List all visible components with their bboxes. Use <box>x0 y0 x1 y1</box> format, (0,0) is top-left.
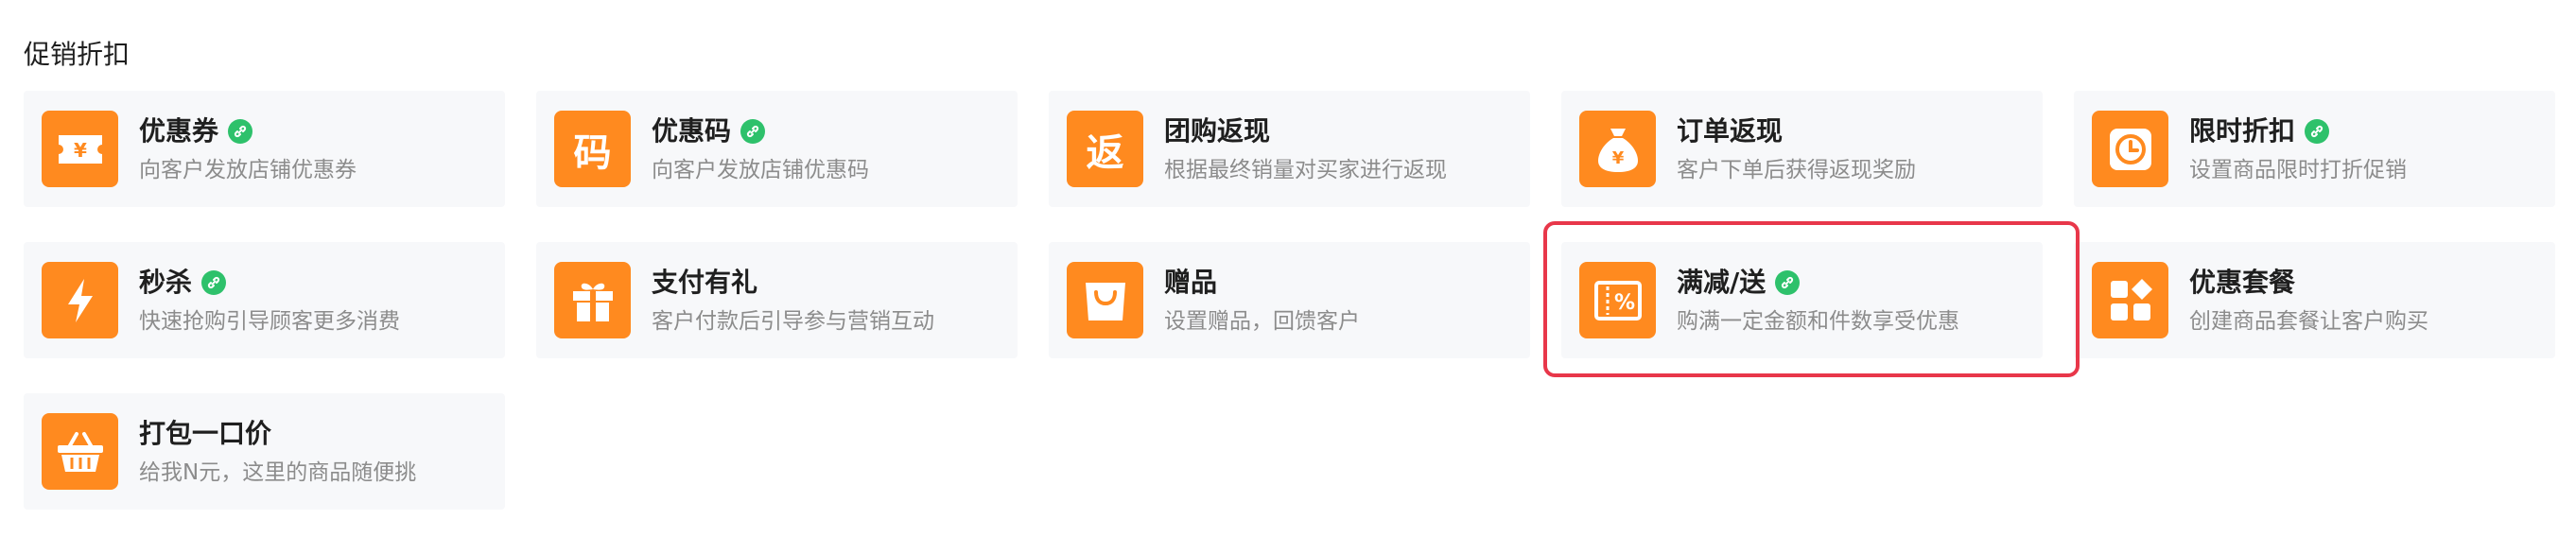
section-title: 促销折扣 <box>24 39 131 70</box>
bundle-icon <box>2092 262 2168 338</box>
promo-title: 订单返现 <box>1677 114 1784 147</box>
promo-desc: 设置商品限时打折促销 <box>2189 157 2407 182</box>
promo-desc: 向客户发放店铺优惠券 <box>139 157 357 182</box>
promo-card-coupon[interactable]: ¥ 优惠券 向客户发放店铺优惠券 <box>24 91 505 207</box>
promo-card-package-price[interactable]: 打包一口价 给我N元，这里的商品随便挑 <box>24 393 505 510</box>
promo-desc: 购满一定金额和件数享受优惠 <box>1677 308 1959 334</box>
promo-desc: 设置赠品，回馈客户 <box>1164 308 1360 334</box>
coupon-icon: ¥ <box>42 111 118 187</box>
promo-title: 优惠套餐 <box>2189 266 2296 298</box>
promo-card-group-cashback[interactable]: 返 团购返现 根据最终销量对买家进行返现 <box>1049 91 1530 207</box>
promotion-grid: ¥ 优惠券 向客户发放店铺优惠券 码 优惠码 向客户发放店铺优惠码 返 团购返现… <box>24 91 2555 510</box>
gift-icon <box>554 262 631 338</box>
promo-desc: 客户付款后引导参与营销互动 <box>652 308 934 334</box>
percent-voucher-icon: % <box>1579 262 1656 338</box>
clock-icon <box>2092 111 2168 187</box>
promo-title: 支付有礼 <box>652 266 758 298</box>
link-icon <box>740 118 766 144</box>
promo-desc: 快速抢购引导顾客更多消费 <box>139 308 400 334</box>
promo-title: 打包一口价 <box>139 417 272 449</box>
code-icon: 码 <box>554 111 631 187</box>
promo-title: 限时折扣 <box>2189 114 2296 147</box>
promo-card-giveaway[interactable]: 赠品 设置赠品，回馈客户 <box>1049 242 1530 358</box>
link-icon <box>201 269 227 295</box>
promo-desc: 客户下单后获得返现奖励 <box>1677 157 1916 182</box>
promo-card-bundle[interactable]: 优惠套餐 创建商品套餐让客户购买 <box>2074 242 2555 358</box>
lightning-icon <box>42 262 118 338</box>
promo-desc: 根据最终销量对买家进行返现 <box>1164 157 1447 182</box>
money-bag-icon: ¥ <box>1579 111 1656 187</box>
shopping-bag-icon <box>1067 262 1143 338</box>
link-icon <box>1775 269 1801 295</box>
promo-title: 优惠券 <box>139 114 219 147</box>
icon-glyph: 返 <box>1086 130 1124 175</box>
svg-text:%: % <box>1613 291 1634 315</box>
promo-title: 优惠码 <box>652 114 732 147</box>
promo-desc: 创建商品套餐让客户购买 <box>2189 308 2428 334</box>
promo-title: 赠品 <box>1164 266 1218 298</box>
promo-title: 团购返现 <box>1164 114 1271 147</box>
basket-icon <box>42 413 118 490</box>
promo-title: 满减/送 <box>1677 266 1767 298</box>
promo-card-limited-discount[interactable]: 限时折扣 设置商品限时打折促销 <box>2074 91 2555 207</box>
promo-card-coupon-code[interactable]: 码 优惠码 向客户发放店铺优惠码 <box>536 91 1018 207</box>
promo-card-flash-sale[interactable]: 秒杀 快速抢购引导顾客更多消费 <box>24 242 505 358</box>
promo-card-order-cashback[interactable]: ¥ 订单返现 客户下单后获得返现奖励 <box>1561 91 2043 207</box>
promo-title: 秒杀 <box>139 266 193 298</box>
promo-desc: 给我N元，这里的商品随便挑 <box>139 459 417 485</box>
link-icon <box>228 118 253 144</box>
svg-text:¥: ¥ <box>74 139 87 162</box>
promo-desc: 向客户发放店铺优惠码 <box>652 157 869 182</box>
icon-glyph: 码 <box>573 130 612 175</box>
promo-card-payment-gift[interactable]: 支付有礼 客户付款后引导参与营销互动 <box>536 242 1018 358</box>
svg-text:¥: ¥ <box>1611 148 1624 168</box>
return-icon: 返 <box>1067 111 1143 187</box>
link-icon <box>2305 118 2330 144</box>
promo-card-full-reduction[interactable]: % 满减/送 购满一定金额和件数享受优惠 <box>1561 242 2043 358</box>
